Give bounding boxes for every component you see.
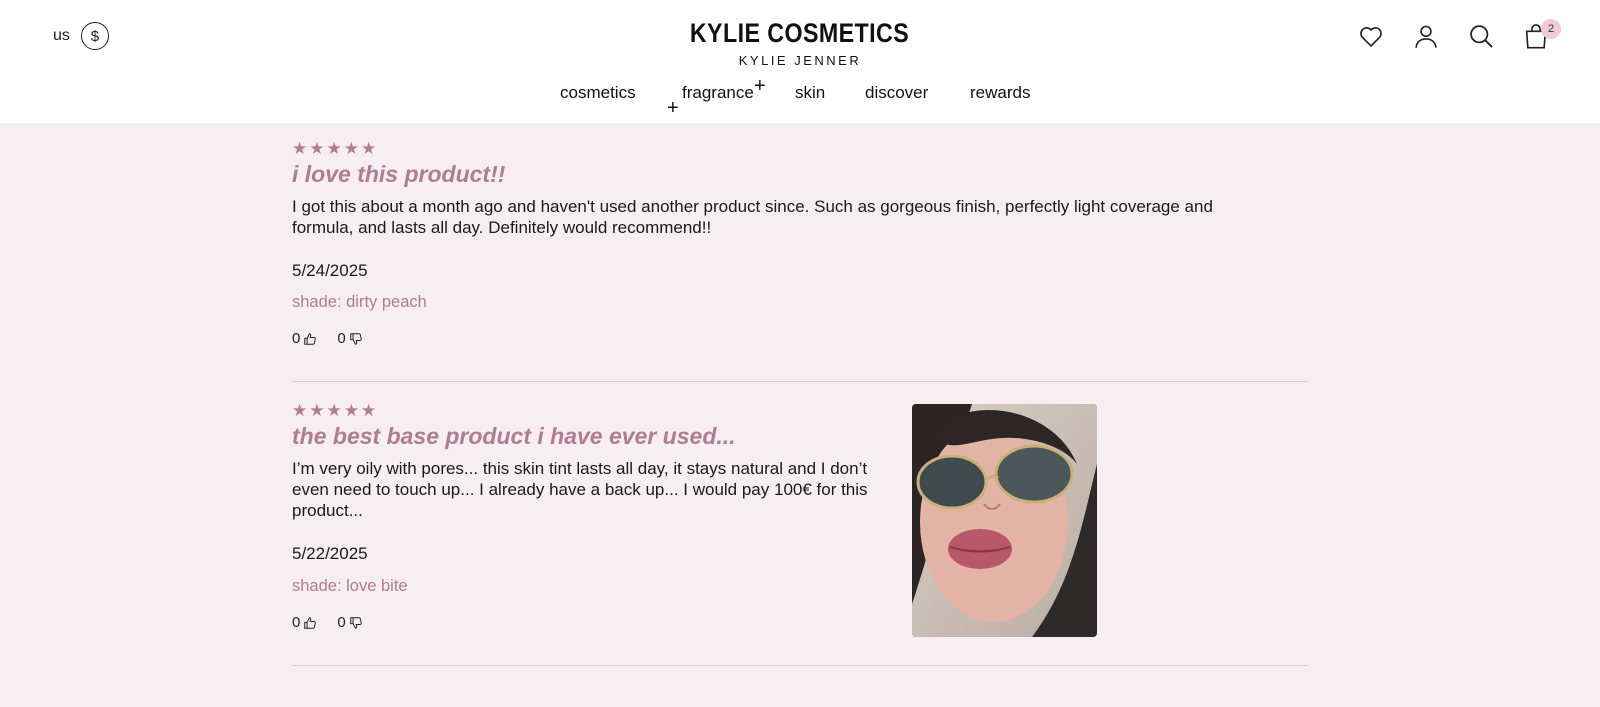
cart-count-badge[interactable]: 2 [1541, 19, 1561, 39]
review-shade: shade: dirty peach [292, 293, 427, 311]
helpful-vote[interactable]: 0 [292, 614, 317, 631]
brand-subtitle: KYLIE JENNER [738, 53, 862, 68]
thumbs-up-icon[interactable] [303, 616, 317, 630]
thumbs-down-icon[interactable] [349, 616, 363, 630]
helpful-count: 0 [292, 330, 301, 347]
star-rating: ★★★★★ [292, 401, 379, 420]
thumbs-down-icon[interactable] [349, 332, 363, 346]
review-body: I got this about a month ago and haven't… [292, 197, 1213, 237]
search-icon[interactable] [1467, 22, 1495, 50]
review-title: the best base product i have ever used..… [292, 423, 736, 449]
review-title: i love this product!! [292, 161, 506, 187]
unhelpful-vote[interactable]: 0 [337, 614, 362, 631]
review-divider [292, 381, 1308, 382]
review-shade: shade: love bite [292, 577, 408, 595]
nav-cosmetics[interactable]: cosmetics [560, 83, 636, 103]
unhelpful-vote[interactable]: 0 [337, 330, 362, 347]
sparkle-icon: + [667, 97, 679, 119]
nav-discover[interactable]: discover [865, 83, 928, 103]
site-header: us $ KYLIE COSMETICS KYLIE JENNER cosmet… [0, 0, 1600, 123]
review-votes: 0 0 [292, 614, 383, 631]
heart-icon[interactable] [1357, 22, 1385, 50]
unhelpful-count: 0 [337, 330, 346, 347]
helpful-vote[interactable]: 0 [292, 330, 317, 347]
nav-skin[interactable]: skin [795, 83, 825, 103]
unhelpful-count: 0 [337, 614, 346, 631]
helpful-count: 0 [292, 614, 301, 631]
account-icon[interactable] [1412, 22, 1440, 50]
review-date: 5/22/2025 [292, 544, 368, 563]
review-votes: 0 0 [292, 330, 383, 347]
review-photo[interactable] [912, 404, 1097, 637]
thumbs-up-icon[interactable] [303, 332, 317, 346]
sparkle-icon: + [754, 75, 766, 97]
brand-title[interactable]: KYLIE COSMETICS [690, 18, 909, 49]
nav-fragrance[interactable]: fragrance [682, 83, 754, 103]
star-rating: ★★★★★ [292, 139, 379, 158]
review-item: ★★★★★ i love this product!! I got this a… [292, 139, 1308, 347]
review-item: ★★★★★ the best base product i have ever … [292, 401, 1308, 631]
review-body: I’m very oily with pores... this skin ti… [292, 459, 868, 520]
review-divider [292, 665, 1308, 666]
nav-rewards[interactable]: rewards [970, 83, 1030, 103]
review-date: 5/24/2025 [292, 261, 368, 280]
